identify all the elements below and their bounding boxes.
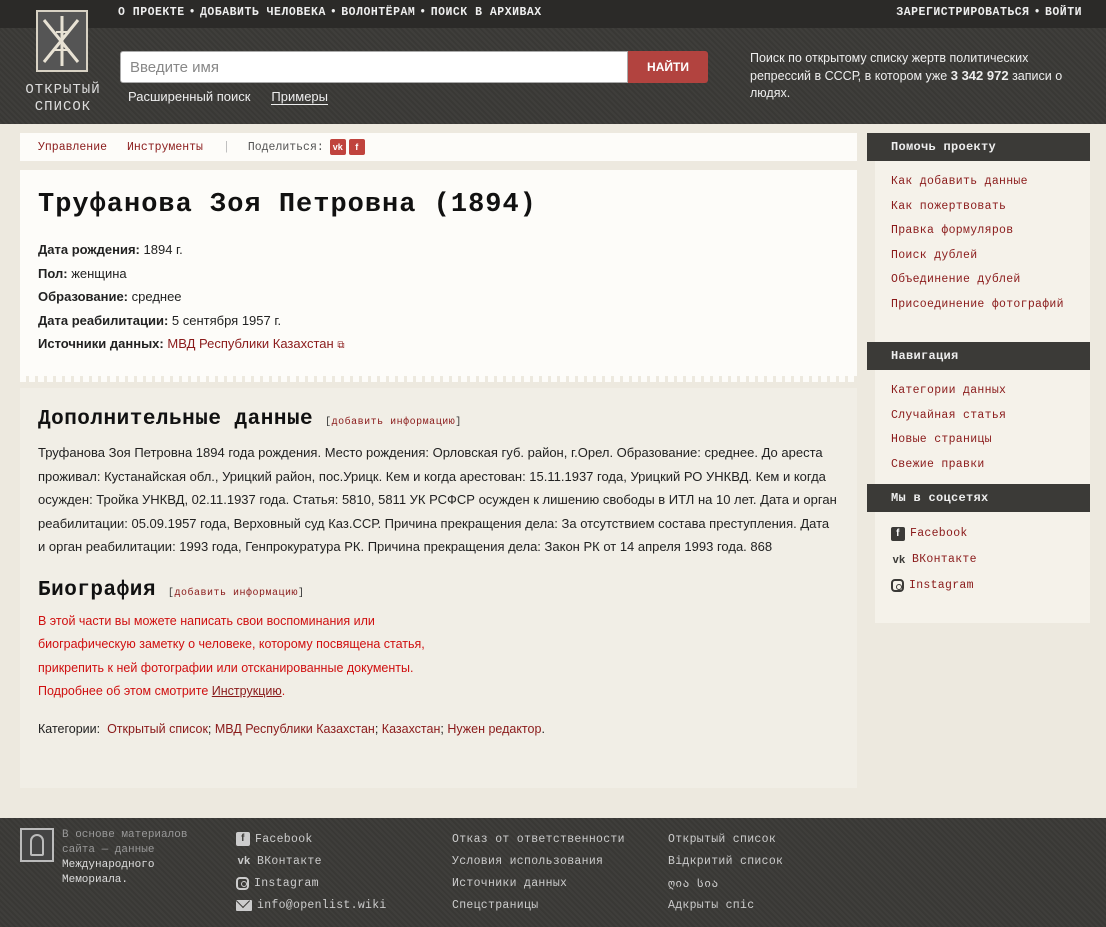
footer-link[interactable]: Спецстраницы bbox=[452, 894, 625, 916]
mail-icon bbox=[236, 899, 252, 911]
sidebar-help-title: Помочь проекту bbox=[867, 133, 1090, 161]
site-footer: В основе материалов сайта — данные Между… bbox=[0, 818, 1106, 927]
footer-languages: Открытый список Відкритий список ღია სია… bbox=[668, 828, 783, 916]
memorial-logo-icon[interactable] bbox=[20, 828, 54, 862]
nav-volunteers[interactable]: ВОЛОНТЁРАМ bbox=[341, 6, 415, 19]
field-gender: Пол: женщина bbox=[38, 265, 127, 281]
source-link[interactable]: МВД Республики Казахстан bbox=[167, 336, 333, 351]
search-links: Расширенный поиск Примеры bbox=[128, 89, 328, 105]
nav-about[interactable]: О ПРОЕКТЕ bbox=[118, 6, 185, 19]
sidebar-vk[interactable]: vk ВКонтакте bbox=[891, 551, 1081, 568]
footer-links: Отказ от ответственности Условия использ… bbox=[452, 828, 625, 916]
footer-instagram[interactable]: Instagram bbox=[236, 872, 387, 894]
field-birth-date: Дата рождения: 1894 г. bbox=[38, 242, 183, 257]
category-link[interactable]: Нужен редактор bbox=[447, 722, 541, 736]
top-nav: О ПРОЕКТЕ • ДОБАВИТЬ ЧЕЛОВЕКА • ВОЛОНТЁР… bbox=[118, 6, 542, 19]
sidebar-item[interactable]: Новые страницы bbox=[891, 431, 1081, 448]
sidebar-item[interactable]: Правка формуляров bbox=[891, 222, 1081, 239]
nav-archive-search[interactable]: ПОИСК В АРХИВАХ bbox=[431, 6, 542, 19]
sidebar-help-list: Как добавить данные Как пожертвовать Пра… bbox=[891, 173, 1081, 320]
sidebar-item[interactable]: Присоединение фотографий bbox=[891, 296, 1081, 313]
header-description: Поиск по открытому списку жертв политиче… bbox=[750, 51, 1063, 100]
biography-placeholder: В этой части вы можете написать свои вос… bbox=[38, 613, 425, 699]
vk-icon: vk bbox=[892, 553, 906, 566]
sidebar-facebook[interactable]: f Facebook bbox=[891, 525, 1081, 542]
footer-link[interactable]: Условия использования bbox=[452, 850, 625, 872]
add-info-link-bio[interactable]: [добавить информацию] bbox=[168, 588, 305, 599]
tools-link[interactable]: Инструменты bbox=[127, 141, 203, 154]
vk-icon: vk bbox=[237, 855, 251, 867]
nav-add-person[interactable]: ДОБАВИТЬ ЧЕЛОВЕКА bbox=[200, 6, 326, 19]
category-link[interactable]: Открытый список bbox=[107, 722, 208, 736]
top-bar: О ПРОЕКТЕ • ДОБАВИТЬ ЧЕЛОВЕКА • ВОЛОНТЁР… bbox=[0, 0, 1106, 28]
logo-text-line1: ОТКРЫТЫЙ bbox=[25, 82, 101, 98]
share-label: Поделиться: bbox=[247, 140, 324, 154]
site-header: О ПРОЕКТЕ • ДОБАВИТЬ ЧЕЛОВЕКА • ВОЛОНТЁР… bbox=[0, 0, 1106, 124]
footer-link[interactable]: Источники данных bbox=[452, 872, 625, 894]
logo-barbed-wire-icon bbox=[36, 10, 88, 72]
sidebar-social-list: f Facebook vk ВКонтакте Instagram bbox=[891, 525, 1081, 603]
additional-data-text: Труфанова Зоя Петровна 1894 года рождени… bbox=[38, 445, 837, 554]
vk-share-icon[interactable]: vk bbox=[329, 139, 346, 155]
additional-card: Дополнительные данные [добавить информац… bbox=[20, 388, 857, 788]
field-data-sources: Источники данных: МВД Республики Казахст… bbox=[38, 336, 345, 351]
facebook-icon: f bbox=[236, 832, 250, 846]
sidebar: Помочь проекту Как добавить данные Как п… bbox=[867, 133, 1090, 623]
page-title: Труфанова Зоя Петровна (1894) bbox=[38, 190, 537, 220]
page-toolbar: Управление Инструменты | Поделиться: vk … bbox=[20, 133, 857, 161]
examples-link[interactable]: Примеры bbox=[271, 89, 328, 105]
footer-link[interactable]: Отказ от ответственности bbox=[452, 828, 625, 850]
instagram-icon bbox=[236, 876, 249, 890]
language-link[interactable]: Открытый список bbox=[668, 828, 783, 850]
language-link[interactable]: Адкрыты спіс bbox=[668, 894, 783, 916]
footer-social: f Facebook vk ВКонтакте Instagram info@ope… bbox=[236, 828, 387, 916]
toolbar-divider: | bbox=[222, 140, 230, 154]
language-link[interactable]: Відкритий список bbox=[668, 850, 783, 872]
auth-links: ЗАРЕГИСТРИРОВАТЬСЯ • ВОЙТИ bbox=[896, 6, 1082, 19]
sidebar-item[interactable]: Как добавить данные bbox=[891, 173, 1081, 190]
field-rehabilitation-date: Дата реабилитации: 5 сентября 1957 г. bbox=[38, 312, 282, 328]
manage-link[interactable]: Управление bbox=[38, 141, 107, 154]
biography-heading: Биография [добавить информацию] bbox=[38, 578, 305, 602]
advanced-search-link[interactable]: Расширенный поиск bbox=[128, 89, 250, 105]
sidebar-item[interactable]: Объединение дублей bbox=[891, 271, 1081, 288]
sidebar-item[interactable]: Поиск дублей bbox=[891, 247, 1081, 264]
facebook-share-icon[interactable]: f bbox=[348, 139, 365, 155]
category-link[interactable]: МВД Республики Казахстан bbox=[215, 722, 375, 736]
sidebar-instagram[interactable]: Instagram bbox=[891, 577, 1081, 594]
sidebar-nav-list: Категории данных Случайная статья Новые … bbox=[891, 382, 1081, 480]
category-link[interactable]: Казахстан bbox=[382, 722, 441, 736]
footer-email[interactable]: info@openlist.wiki bbox=[236, 894, 387, 916]
search-input[interactable] bbox=[120, 51, 628, 83]
register-link[interactable]: ЗАРЕГИСТРИРОВАТЬСЯ bbox=[896, 6, 1029, 19]
external-link-icon: ⧉ bbox=[337, 340, 345, 351]
add-info-link-extra[interactable]: [добавить информацию] bbox=[325, 417, 462, 428]
categories: Категории: Открытый список; МВД Республи… bbox=[38, 721, 545, 736]
site-logo[interactable]: ОТКРЫТЫЙ СПИСОК bbox=[20, 8, 106, 118]
instagram-icon bbox=[891, 579, 904, 592]
sidebar-social-title: Мы в соцсетях bbox=[867, 484, 1090, 512]
torn-edge bbox=[20, 374, 857, 382]
language-link[interactable]: ღია სია bbox=[668, 872, 783, 894]
sidebar-item[interactable]: Категории данных bbox=[891, 382, 1081, 399]
sidebar-item[interactable]: Как пожертвовать bbox=[891, 198, 1081, 215]
search-button[interactable]: НАЙТИ bbox=[628, 51, 708, 83]
sidebar-item[interactable]: Свежие правки bbox=[891, 456, 1081, 473]
additional-data-heading: Дополнительные данные [добавить информац… bbox=[38, 408, 462, 431]
instruction-link[interactable]: Инструкцию bbox=[212, 684, 282, 698]
footer-vk[interactable]: vk ВКонтакте bbox=[236, 850, 387, 872]
logo-text-line2: СПИСОК bbox=[34, 99, 92, 115]
login-link[interactable]: ВОЙТИ bbox=[1045, 6, 1082, 19]
footer-facebook[interactable]: f Facebook bbox=[236, 828, 387, 850]
facebook-icon: f bbox=[891, 526, 905, 541]
person-card: Труфанова Зоя Петровна (1894) Дата рожде… bbox=[20, 170, 857, 382]
footer-about: В основе материалов сайта — данные Между… bbox=[62, 829, 188, 886]
sidebar-item[interactable]: Случайная статья bbox=[891, 407, 1081, 424]
records-count: 3 342 972 bbox=[950, 68, 1009, 83]
field-education: Образование: среднее bbox=[38, 289, 182, 304]
sidebar-nav-title: Навигация bbox=[867, 342, 1090, 370]
